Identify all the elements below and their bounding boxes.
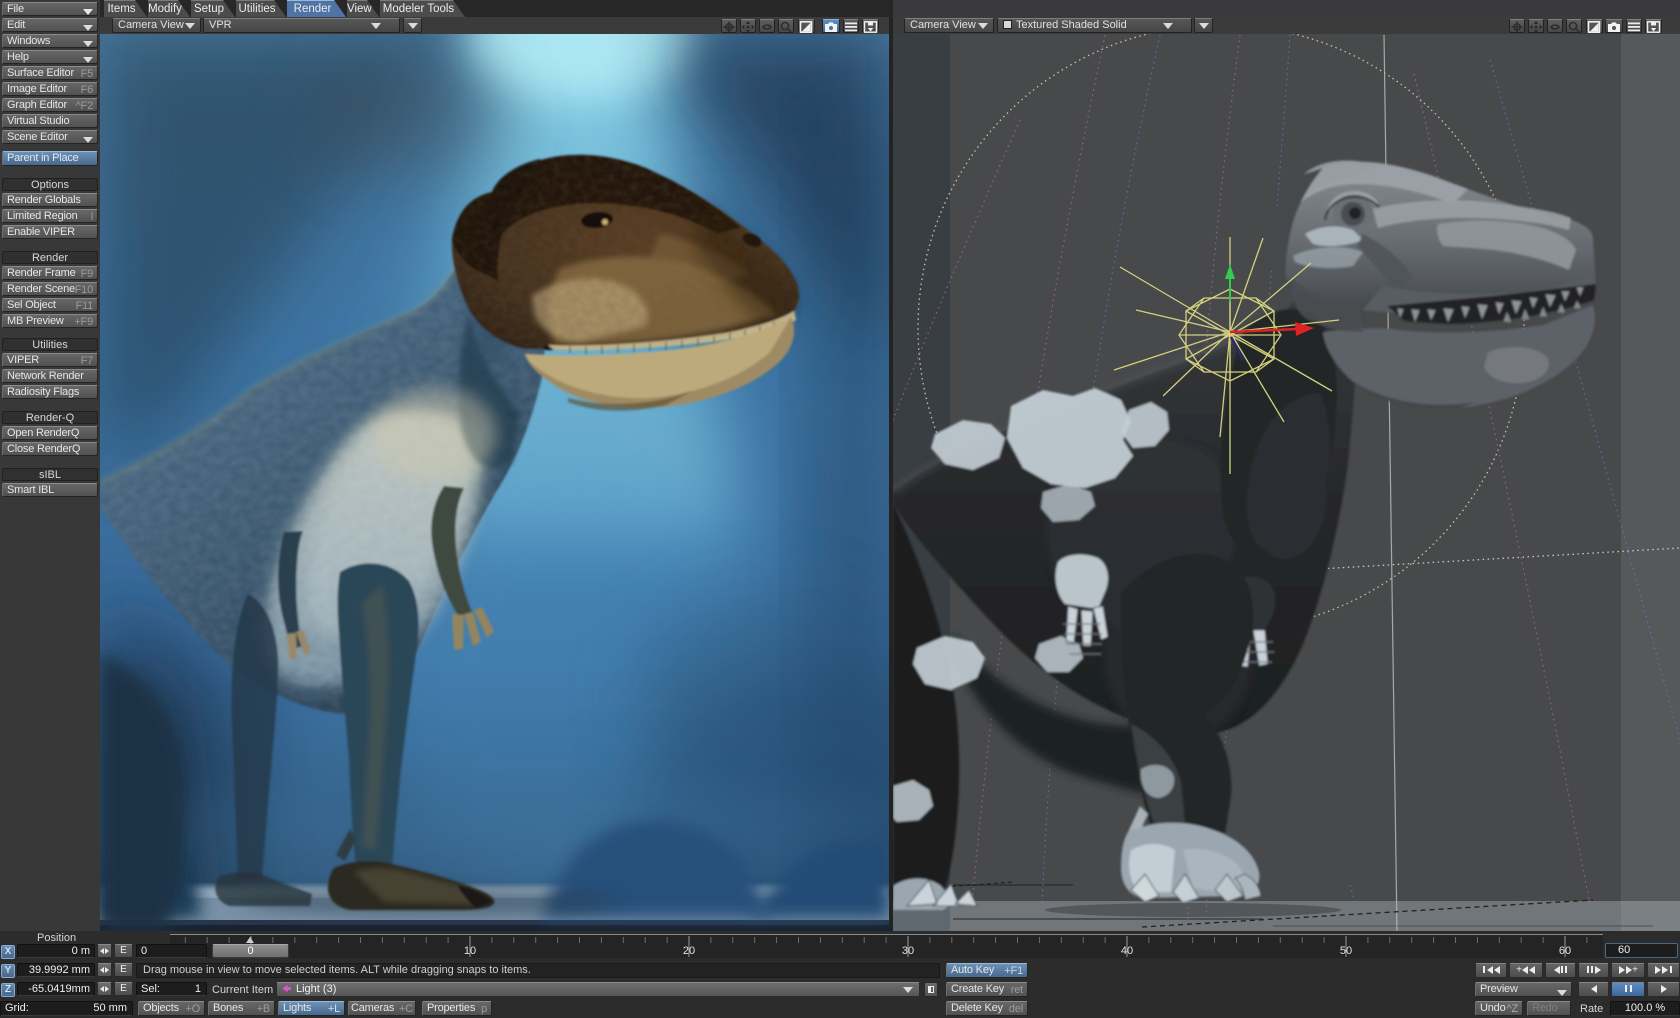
svg-text:40: 40 (1121, 945, 1133, 957)
svg-text:60: 60 (1559, 945, 1571, 957)
svg-text:50: 50 (1340, 945, 1352, 957)
svg-text:30: 30 (902, 945, 914, 957)
svg-text:10: 10 (464, 945, 476, 957)
svg-text:20: 20 (683, 945, 695, 957)
